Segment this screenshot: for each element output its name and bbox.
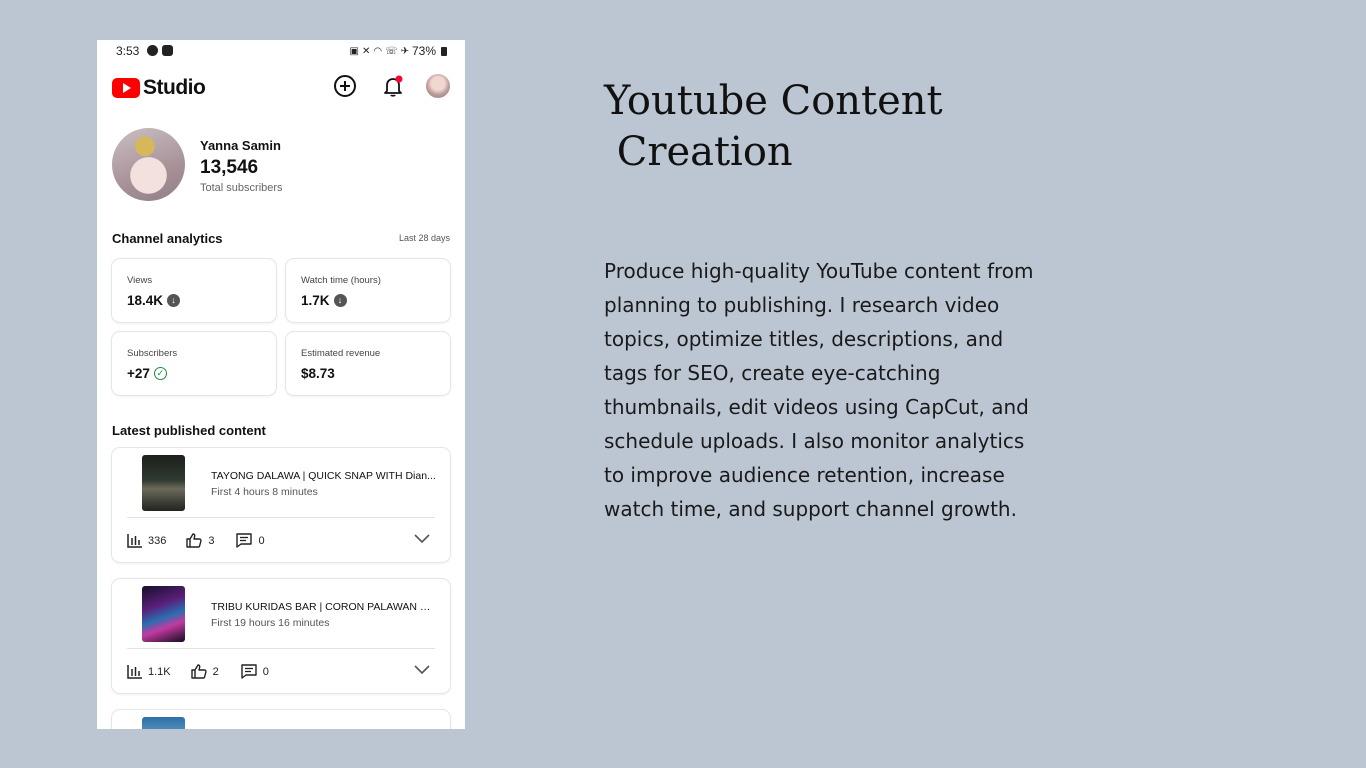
page-title: Youtube Content Creation bbox=[604, 78, 943, 175]
subscriber-label: Total subscribers bbox=[200, 182, 283, 194]
phone-screenshot: 3:53 ▣ ✕ ◠ ☏ ✈ 73% Studio Yanna Samin 13… bbox=[97, 40, 465, 729]
check-circle-icon: ✓ bbox=[153, 367, 167, 380]
channel-profile: Yanna Samin 13,546 Total subscribers bbox=[112, 128, 452, 204]
video-card-partial[interactable] bbox=[112, 710, 450, 729]
likes-stat: 2 bbox=[190, 664, 219, 679]
comments-count: 0 bbox=[258, 534, 265, 547]
wifi-icon: ◠ bbox=[373, 45, 383, 57]
likes-count: 3 bbox=[208, 534, 215, 547]
analytics-range: Last 28 days bbox=[398, 233, 450, 243]
call-icon: ☏ bbox=[385, 45, 398, 57]
thumbs-up-icon bbox=[186, 533, 203, 548]
comment-icon bbox=[236, 533, 253, 548]
status-time: 3:53 bbox=[116, 44, 140, 58]
bar-chart-icon bbox=[127, 533, 142, 548]
watch-time-label: Watch time (hours) bbox=[301, 275, 381, 286]
notification-icons bbox=[147, 45, 173, 56]
arrow-down-icon: ↓ bbox=[167, 294, 181, 307]
app-notification-icon bbox=[162, 45, 173, 56]
notifications-bell-icon[interactable] bbox=[381, 74, 405, 98]
video-thumbnail[interactable] bbox=[142, 455, 185, 511]
video-card[interactable]: TRIBU KURIDAS BAR | CORON PALAWAN #s... … bbox=[112, 579, 450, 693]
subscribers-label: Subscribers bbox=[127, 348, 178, 359]
channel-analytics-title: Channel analytics bbox=[112, 231, 223, 246]
video-title: TAYONG DALAWA | QUICK SNAP WITH Dian... bbox=[211, 470, 436, 482]
video-subtitle: First 4 hours 8 minutes bbox=[211, 486, 318, 498]
description-text: Produce high-quality YouTube content fro… bbox=[604, 259, 1034, 521]
subscribers-card[interactable]: Subscribers +27 ✓ bbox=[112, 332, 276, 395]
comments-stat: 0 bbox=[236, 533, 265, 548]
subscriber-count: 13,546 bbox=[200, 157, 259, 178]
chevron-down-icon[interactable] bbox=[414, 665, 430, 675]
video-thumbnail[interactable] bbox=[142, 717, 185, 729]
watch-time-card[interactable]: Watch time (hours) 1.7K ↓ bbox=[286, 259, 450, 322]
youtube-play-icon bbox=[112, 78, 140, 98]
video-thumbnail[interactable] bbox=[142, 586, 185, 642]
watch-time-value-row: 1.7K ↓ bbox=[301, 293, 347, 308]
battery-icon bbox=[441, 46, 447, 56]
lock-icon: ▣ bbox=[349, 45, 359, 57]
views-value: 18.4K bbox=[127, 293, 164, 308]
views-count: 336 bbox=[148, 534, 167, 547]
video-subtitle: First 19 hours 16 minutes bbox=[211, 617, 330, 629]
mute-icon: ✕ bbox=[361, 45, 371, 57]
views-label: Views bbox=[127, 275, 153, 286]
comment-icon bbox=[241, 664, 257, 679]
views-card[interactable]: Views 18.4K ↓ bbox=[112, 259, 276, 322]
revenue-value-row: $8.73 bbox=[301, 366, 335, 381]
arrow-down-icon: ↓ bbox=[333, 294, 347, 307]
watch-time-value: 1.7K bbox=[301, 293, 330, 308]
comments-count: 0 bbox=[262, 665, 269, 678]
channel-name: Yanna Samin bbox=[200, 138, 281, 153]
video-title: TRIBU KURIDAS BAR | CORON PALAWAN #s... bbox=[211, 601, 436, 613]
subscribers-value-row: +27 ✓ bbox=[127, 366, 167, 381]
create-icon[interactable] bbox=[333, 74, 357, 98]
system-icons: ▣ ✕ ◠ ☏ ✈ 73% bbox=[349, 44, 447, 58]
messenger-icon bbox=[147, 45, 158, 56]
comments-stat: 0 bbox=[241, 664, 269, 679]
battery-percent: 73% bbox=[411, 44, 436, 58]
views-count: 1.1K bbox=[148, 665, 171, 678]
revenue-value: $8.73 bbox=[301, 366, 335, 381]
views-value-row: 18.4K ↓ bbox=[127, 293, 181, 308]
video-card[interactable]: TAYONG DALAWA | QUICK SNAP WITH Dian... … bbox=[112, 448, 450, 562]
logo-text: Studio bbox=[143, 76, 206, 99]
status-bar: 3:53 ▣ ✕ ◠ ☏ ✈ 73% bbox=[97, 40, 465, 62]
latest-content-title: Latest published content bbox=[112, 423, 266, 438]
divider bbox=[127, 517, 435, 518]
studio-logo[interactable]: Studio bbox=[112, 76, 206, 100]
airplane-icon: ✈ bbox=[400, 45, 409, 57]
revenue-label: Estimated revenue bbox=[301, 348, 381, 359]
video-stats: 1.1K 2 0 bbox=[127, 664, 269, 679]
subscribers-value: +27 bbox=[127, 366, 150, 381]
channel-avatar[interactable] bbox=[112, 128, 185, 201]
bar-chart-icon bbox=[127, 664, 142, 679]
likes-stat: 3 bbox=[186, 533, 214, 548]
revenue-card[interactable]: Estimated revenue $8.73 bbox=[286, 332, 450, 395]
app-header: Studio bbox=[97, 70, 465, 106]
views-stat: 336 bbox=[127, 533, 167, 548]
views-stat: 1.1K bbox=[127, 664, 171, 679]
likes-count: 2 bbox=[212, 665, 219, 678]
account-avatar[interactable] bbox=[426, 74, 450, 98]
video-stats: 336 3 0 bbox=[127, 533, 265, 548]
divider bbox=[127, 648, 435, 649]
thumbs-up-icon bbox=[190, 664, 207, 679]
chevron-down-icon[interactable] bbox=[414, 534, 430, 544]
